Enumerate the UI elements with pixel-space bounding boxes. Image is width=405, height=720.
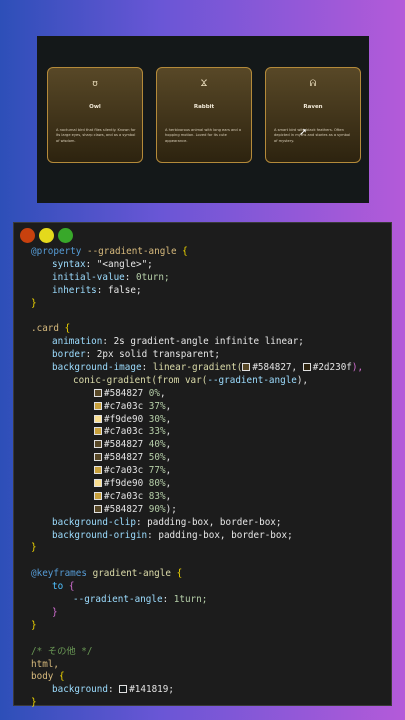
color-swatch-icon[interactable] (94, 414, 102, 423)
code-line: --gradient-angle: 1turn; (73, 594, 208, 606)
color-swatch-icon[interactable] (94, 453, 102, 462)
color-swatch-icon[interactable] (94, 388, 102, 397)
code-content[interactable]: @property --gradient-angle { syntax: "<a… (31, 246, 387, 710)
code-line: syntax: "<angle>"; (52, 258, 153, 270)
minimize-window-button[interactable] (39, 228, 54, 243)
code-line: background: #141819; (52, 684, 174, 696)
color-swatch-icon[interactable] (94, 466, 102, 475)
color-swatch-icon[interactable] (119, 685, 128, 694)
code-line: inherits: false; (52, 284, 142, 296)
code-line: } (31, 697, 37, 709)
code-line: animation: 2s gradient-angle infinite li… (52, 336, 304, 348)
code-line: } (31, 297, 37, 309)
card-title: Owl (89, 104, 101, 110)
code-line: background-image: linear-gradient(#58482… (52, 362, 364, 374)
owl-icon: ʊ (92, 79, 98, 89)
owl-card[interactable]: ʊ Owl A nocturnal bird that flies silent… (47, 67, 143, 163)
code-line: #584827 90%); (31, 504, 387, 517)
code-line: @keyframes gradient-angle { (31, 568, 183, 580)
code-line: html, (31, 658, 59, 670)
code-line: #584827 50%, (31, 452, 387, 465)
code-line: #c7a03c 83%, (31, 491, 387, 504)
code-line: border: 2px solid transparent; (52, 349, 220, 361)
code-line: #584827 40%, (31, 439, 387, 452)
code-line: #c7a03c 33%, (31, 426, 387, 439)
card-title: Raven (303, 104, 323, 110)
rabbit-card[interactable]: Ϫ Rabbit A herbivorous animal with long … (156, 67, 252, 163)
color-swatch-icon[interactable] (94, 479, 102, 488)
card-text: A smart bird with black feathers. Often … (274, 128, 351, 143)
code-line: @property --gradient-angle { (31, 246, 188, 257)
color-swatch-icon[interactable] (94, 504, 102, 513)
close-window-button[interactable] (20, 228, 35, 243)
code-line: #584827 0%, (31, 388, 387, 401)
card-text: A nocturnal bird that flies silently. Kn… (56, 128, 136, 143)
maximize-window-button[interactable] (58, 228, 73, 243)
raven-card[interactable]: ᕱ Raven A smart bird with black feathers… (265, 67, 361, 163)
code-line: .card { (31, 323, 71, 335)
code-line: conic-gradient(from var(--gradient-angle… (73, 374, 309, 386)
color-swatch-icon[interactable] (242, 363, 251, 372)
code-line: background-clip: padding-box, border-box… (52, 516, 282, 528)
card-title: Rabbit (193, 104, 215, 110)
raven-icon: ᕱ (309, 79, 317, 89)
code-line: body { (31, 671, 65, 683)
code-line: #f9de90 80%, (31, 478, 387, 491)
color-swatch-icon[interactable] (94, 491, 102, 500)
code-line: #f9de90 30%, (31, 414, 387, 427)
color-swatch-icon[interactable] (302, 363, 311, 372)
code-line: background-origin: padding-box, border-b… (52, 529, 293, 541)
color-swatch-icon[interactable] (94, 427, 102, 436)
code-line: /* その他 */ (31, 645, 93, 657)
mouse-cursor-icon: ➚ (299, 127, 308, 138)
code-line: } (31, 619, 37, 631)
card-text: A herbivorous animal with long ears and … (165, 128, 242, 143)
code-line: to { (52, 581, 75, 593)
preview-panel: ʊ Owl A nocturnal bird that flies silent… (37, 36, 369, 203)
code-line: #c7a03c 37%, (31, 401, 387, 414)
code-line: } (52, 606, 58, 618)
code-line: } (31, 542, 37, 554)
color-swatch-icon[interactable] (94, 440, 102, 449)
code-line: initial-value: 0turn; (52, 271, 170, 283)
rabbit-icon: Ϫ (200, 79, 208, 89)
color-swatch-icon[interactable] (94, 401, 102, 410)
code-editor[interactable]: @property --gradient-angle { syntax: "<a… (13, 222, 392, 708)
code-line: #c7a03c 77%, (31, 465, 387, 478)
